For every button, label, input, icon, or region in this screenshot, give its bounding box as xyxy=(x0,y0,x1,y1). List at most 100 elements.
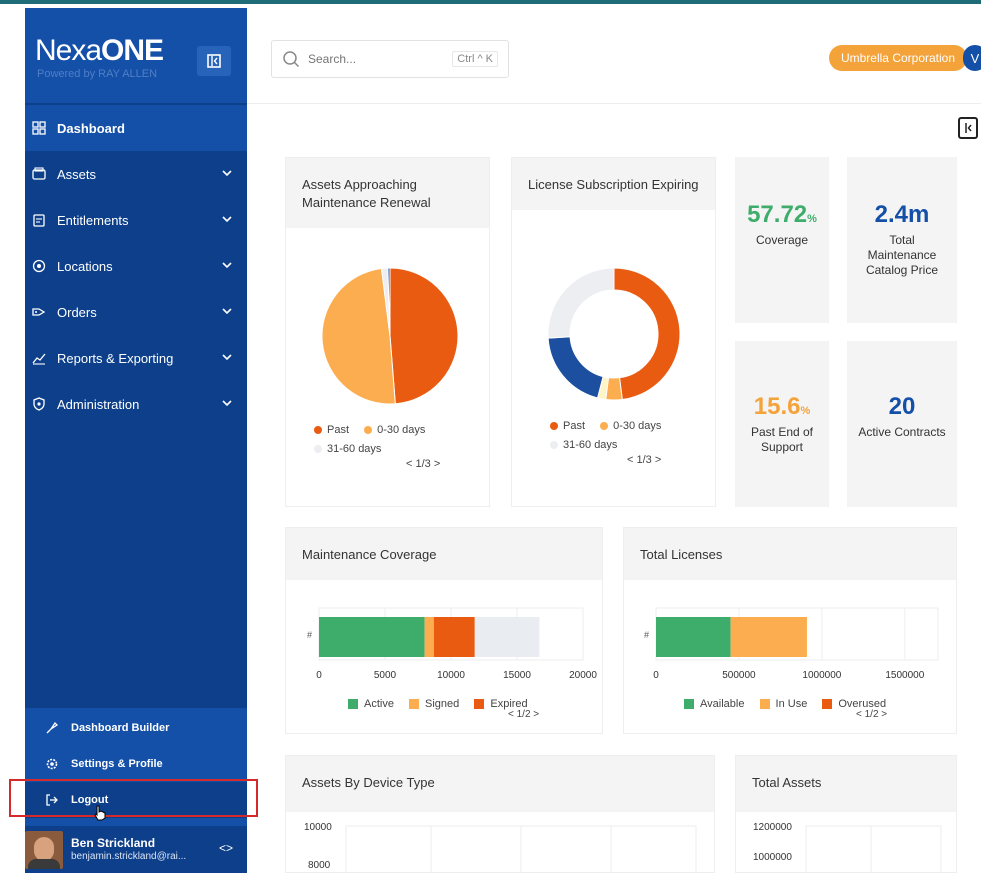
assets-renewal-card: Assets Approaching Maintenance Renewal P… xyxy=(285,157,490,507)
chevron-down-icon xyxy=(222,262,232,269)
sidebar: NexaONE Powered by RAY ALLEN Dashboard A… xyxy=(25,8,247,873)
card-title: Maintenance Coverage xyxy=(286,528,602,580)
brand-name-part1: Nexa xyxy=(35,34,102,67)
kpi-label: Coverage xyxy=(755,233,809,247)
shield-gear-icon xyxy=(31,396,47,412)
entitlements-icon xyxy=(31,212,47,228)
legend-item-in-use[interactable]: In Use xyxy=(759,698,807,710)
y-tick-label: 1200000 xyxy=(753,822,792,833)
assets-renewal-pie-chart xyxy=(321,267,459,405)
x-tick-label: 15000 xyxy=(503,670,531,680)
user-avatar-circle[interactable]: V xyxy=(963,45,981,71)
card-title: Total Assets xyxy=(736,756,956,812)
x-tick-label: 5000 xyxy=(374,670,397,680)
card-title: Assets By Device Type xyxy=(286,756,714,812)
brand-tagline: Powered by RAY ALLEN xyxy=(37,68,158,80)
legend-pager[interactable]: < 1/3 > xyxy=(406,458,440,470)
sidebar-item-label: Entitlements xyxy=(57,212,129,228)
location-pin-icon xyxy=(31,258,47,274)
assets-device-type-card: Assets By Device Type 10000 8000 xyxy=(285,755,715,873)
sidebar-item-label: Orders xyxy=(57,304,97,320)
sidebar-collapse-button[interactable] xyxy=(197,46,231,76)
assets-renewal-legend: Past 0-30 days 31-60 days xyxy=(314,421,484,459)
legend-item-0-30[interactable]: 0-30 days xyxy=(364,424,425,436)
bar-segment-expired xyxy=(433,617,475,657)
search-input[interactable] xyxy=(308,52,438,66)
user-name: Ben Strickland xyxy=(71,835,156,850)
chevron-down-icon xyxy=(222,400,232,407)
legend-item-available[interactable]: Available xyxy=(684,698,744,710)
builder-icon xyxy=(45,721,59,735)
kpi-value: 15.6 xyxy=(753,393,801,420)
sidebar-item-orders[interactable]: Orders xyxy=(25,289,247,335)
donut-slice-past xyxy=(613,267,681,401)
kpi-total-maintenance-price: 2.4m Total Maintenance Catalog Price xyxy=(847,157,957,323)
pie-slice-past xyxy=(389,267,459,405)
chevron-down-icon xyxy=(222,170,232,177)
settings-profile-button[interactable]: Settings & Profile xyxy=(25,746,247,782)
card-title: Total Licenses xyxy=(624,528,956,580)
kpi-past-end-of-support: 15.6% Past End of Support xyxy=(735,341,829,507)
x-tick-label: 500000 xyxy=(722,670,756,680)
top-bar: Ctrl ^ K Umbrella Corporation V xyxy=(247,8,981,104)
sidebar-item-locations[interactable]: Locations xyxy=(25,243,247,289)
x-tick-label: 10000 xyxy=(437,670,465,680)
legend-item-active[interactable]: Active xyxy=(348,698,394,710)
logout-highlight-box xyxy=(9,779,258,817)
dashboard-builder-button[interactable]: Dashboard Builder xyxy=(25,710,247,746)
license-expiring-legend: Past 0-30 days 31-60 days xyxy=(550,417,720,455)
legend-pager[interactable]: < 1/2 > xyxy=(508,709,539,720)
panel-toggle-button[interactable] xyxy=(958,117,978,139)
user-profile[interactable]: Ben Strickland benjamin.strickland@rai..… xyxy=(25,826,247,873)
legend-item-past[interactable]: Past xyxy=(550,420,585,432)
legend-item-31-60[interactable]: 31-60 days xyxy=(314,443,381,455)
maintenance-coverage-bar-chart: 0 5000 10000 15000 20000 # xyxy=(307,607,597,680)
legend-pager[interactable]: < 1/3 > xyxy=(627,454,661,466)
sidebar-item-label: Reports & Exporting xyxy=(57,350,174,366)
kpi-label: Past End of Support xyxy=(750,425,814,454)
kpi-value: 20 xyxy=(888,393,916,420)
bar-segment-remaining xyxy=(474,617,540,657)
license-expiring-card: License Subscription Expiring Past 0-30 … xyxy=(511,157,716,507)
x-tick-label: 1000000 xyxy=(802,670,841,680)
organization-badge[interactable]: Umbrella Corporation xyxy=(829,45,967,71)
kpi-label: Active Contracts xyxy=(858,425,946,439)
sidebar-item-assets[interactable]: Assets xyxy=(25,151,247,197)
sidebar-item-label: Dashboard xyxy=(57,120,125,136)
legend-item-31-60[interactable]: 31-60 days xyxy=(550,439,617,451)
kpi-label: Total Maintenance Catalog Price xyxy=(865,233,939,277)
x-tick-label: 20000 xyxy=(569,670,597,680)
hand-cursor-icon xyxy=(94,805,106,821)
collapse-left-icon xyxy=(207,54,221,68)
avatar xyxy=(25,830,63,869)
bar-segment-available xyxy=(656,617,731,657)
card-title: Assets Approaching Maintenance Renewal xyxy=(286,158,489,228)
sidebar-item-administration[interactable]: Administration xyxy=(25,381,247,427)
category-label: # xyxy=(644,630,649,640)
user-email: benjamin.strickland@rai... xyxy=(71,850,187,862)
brand-name-part2: ONE xyxy=(101,34,164,67)
sidebar-item-reports[interactable]: Reports & Exporting xyxy=(25,335,247,381)
bar-segment-signed xyxy=(424,617,434,657)
bottom-item-label: Settings & Profile xyxy=(71,758,163,770)
code-brackets-icon[interactable]: <> xyxy=(219,841,233,855)
sidebar-item-dashboard[interactable]: Dashboard xyxy=(25,105,247,151)
search-icon xyxy=(283,51,300,68)
category-label: # xyxy=(307,630,312,640)
total-assets-card: Total Assets 1200000 1000000 xyxy=(735,755,957,873)
chevron-down-icon xyxy=(222,216,232,223)
chevron-down-icon xyxy=(222,308,232,315)
chart-icon xyxy=(31,350,47,366)
kpi-value: 57.72 xyxy=(747,201,808,228)
search-shortcut-hint: Ctrl ^ K xyxy=(452,51,498,67)
sidebar-item-entitlements[interactable]: Entitlements xyxy=(25,197,247,243)
legend-pager[interactable]: < 1/2 > xyxy=(856,709,887,720)
search-box[interactable]: Ctrl ^ K xyxy=(271,40,509,78)
x-tick-label: 1500000 xyxy=(885,670,924,680)
legend-item-signed[interactable]: Signed xyxy=(409,698,459,710)
legend-item-past[interactable]: Past xyxy=(314,424,349,436)
legend-item-0-30[interactable]: 0-30 days xyxy=(600,420,661,432)
total-licenses-bar-chart: 0 500000 1000000 1500000 # xyxy=(644,607,939,680)
brand-logo[interactable]: NexaONE xyxy=(35,34,164,68)
collapse-left-icon xyxy=(965,123,972,133)
